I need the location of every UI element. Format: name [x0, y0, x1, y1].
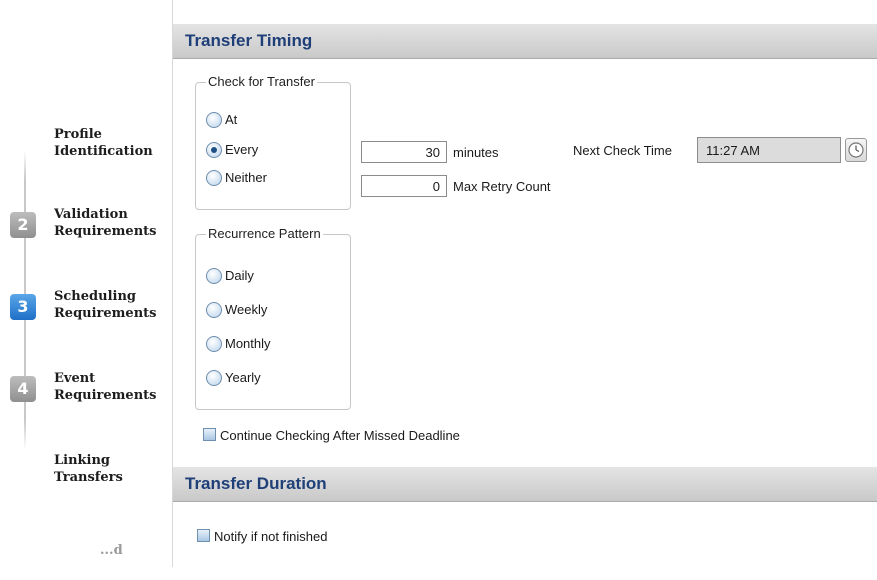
- radio-circle[interactable]: [206, 336, 222, 352]
- step-label: Event Requirements: [54, 371, 157, 403]
- next-check-time-label: Next Check Time: [573, 143, 672, 158]
- step-label: Scheduling Requirements: [54, 289, 157, 321]
- checkbox-box[interactable]: [203, 428, 216, 441]
- step-number-badge: 4: [10, 376, 36, 402]
- section-title: Transfer Duration: [185, 474, 327, 493]
- radio-circle-selected[interactable]: [206, 142, 222, 158]
- wizard-step-profile-identification[interactable]: Profile Identification: [0, 124, 172, 164]
- radio-label: At: [225, 112, 238, 127]
- step-label: Validation Requirements: [54, 207, 157, 239]
- interval-unit-label: minutes: [453, 145, 499, 160]
- step-label: Profile Identification: [54, 127, 153, 159]
- group-legend: Recurrence Pattern: [206, 226, 323, 241]
- radio-circle[interactable]: [206, 112, 222, 128]
- clock-icon: [848, 142, 864, 158]
- transfer-timing-header: Transfer Timing: [173, 24, 877, 59]
- checkbox-box[interactable]: [197, 529, 210, 542]
- wizard-sidebar: Profile Identification 2 Validation Requ…: [0, 0, 172, 567]
- radio-label: Every: [225, 142, 259, 157]
- time-picker-button[interactable]: [845, 138, 867, 162]
- radio-circle[interactable]: [206, 268, 222, 284]
- checkbox-label: Continue Checking After Missed Deadline: [220, 428, 460, 443]
- interval-input[interactable]: 30: [361, 141, 447, 163]
- group-legend: Check for Transfer: [206, 74, 317, 89]
- checkbox-label: Notify if not finished: [214, 529, 328, 544]
- transfer-duration-header: Transfer Duration: [173, 467, 877, 502]
- wizard-step-faded[interactable]: ...d: [0, 540, 172, 580]
- radio-circle[interactable]: [206, 170, 222, 186]
- section-title: Transfer Timing: [185, 31, 313, 50]
- max-retry-input[interactable]: 0: [361, 175, 447, 197]
- step-number-badge: 2: [10, 212, 36, 238]
- radio-label: Yearly: [225, 370, 261, 385]
- wizard-step-scheduling-requirements[interactable]: 3 Scheduling Requirements: [0, 286, 172, 326]
- next-check-time-field[interactable]: 11:27 AM: [697, 137, 841, 163]
- step-number-badge-active: 3: [10, 294, 36, 320]
- recurrence-pattern-group: Recurrence Pattern Daily Weekly Monthly …: [195, 226, 351, 410]
- radio-label: Daily: [225, 268, 254, 283]
- radio-label: Neither: [225, 170, 267, 185]
- wizard-step-validation-requirements[interactable]: 2 Validation Requirements: [0, 204, 172, 244]
- check-for-transfer-group: Check for Transfer At Every Neither: [195, 74, 351, 210]
- radio-label: Weekly: [225, 302, 268, 317]
- radio-circle[interactable]: [206, 370, 222, 386]
- max-retry-label: Max Retry Count: [453, 179, 551, 194]
- wizard-step-linking-transfers[interactable]: Linking Transfers: [0, 450, 172, 490]
- radio-circle[interactable]: [206, 302, 222, 318]
- radio-label: Monthly: [225, 336, 271, 351]
- wizard-step-event-requirements[interactable]: 4 Event Requirements: [0, 368, 172, 408]
- step-label: Linking Transfers: [54, 453, 123, 485]
- main-panel: Transfer Timing Check for Transfer At Ev…: [172, 0, 877, 567]
